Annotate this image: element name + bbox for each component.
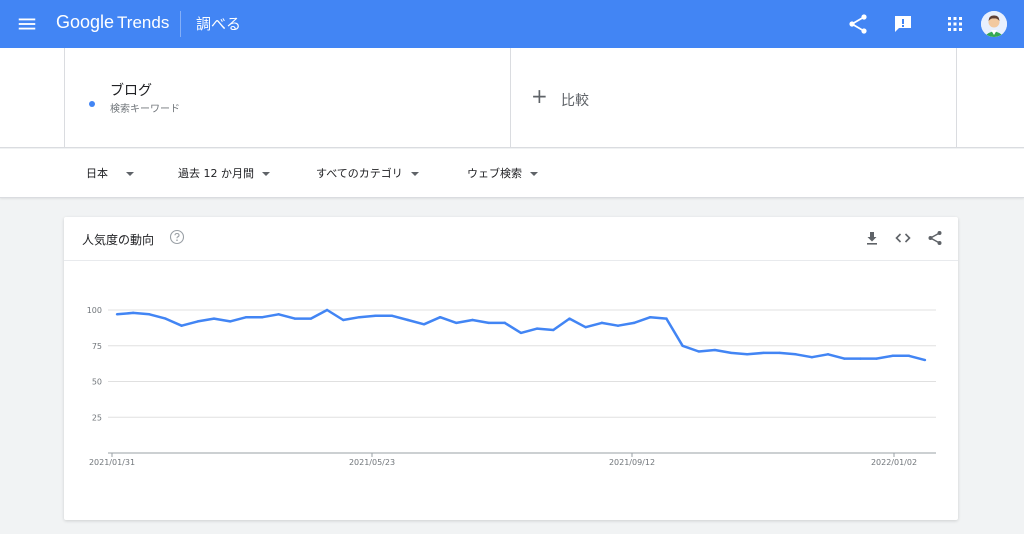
time-range-dropdown[interactable]: 過去 12 か月間 <box>178 165 270 181</box>
search-terms-bar: ブログ 検索キーワード + 比較 <box>0 48 1024 148</box>
search-term-card[interactable]: ブログ 検索キーワード <box>64 48 511 148</box>
data-point <box>390 314 393 317</box>
data-point <box>503 321 507 325</box>
feedback-icon[interactable] <box>891 12 915 36</box>
data-point <box>293 317 296 320</box>
x-tick-label: 2021/05/23 <box>349 458 395 467</box>
term-color-dot <box>89 101 95 107</box>
data-point <box>277 313 280 316</box>
data-point <box>245 315 248 319</box>
data-point <box>196 320 199 323</box>
category-label: すべてのカテゴリ <box>316 167 403 180</box>
data-point <box>923 358 927 362</box>
search-type-dropdown[interactable]: ウェブ検索 <box>467 165 538 181</box>
data-point <box>406 318 410 322</box>
search-type-label: ウェブ検索 <box>467 167 522 180</box>
chevron-down-icon <box>410 172 419 176</box>
data-point <box>374 314 377 317</box>
data-point <box>891 354 894 357</box>
topbar-divider <box>180 11 181 37</box>
menu-icon[interactable] <box>16 13 38 35</box>
data-point <box>471 318 474 322</box>
compare-button[interactable]: + 比較 <box>511 48 957 148</box>
data-point <box>649 315 652 319</box>
data-point <box>261 315 264 319</box>
share-icon[interactable] <box>846 12 870 36</box>
line-chart: 25 50 75 100 2021/01/31 2021/05/23 2021/09/12 2… <box>87 306 936 467</box>
data-point <box>794 353 797 356</box>
data-point <box>632 321 636 325</box>
google-trends-logo[interactable]: Google Trends <box>56 12 169 33</box>
data-point <box>212 317 216 320</box>
y-tick-label: 75 <box>92 342 102 351</box>
data-point <box>358 315 361 319</box>
search-term-type: 検索キーワード <box>110 104 180 115</box>
data-point <box>584 325 587 329</box>
data-point <box>826 353 830 356</box>
series-line[interactable] <box>116 308 926 362</box>
data-point <box>535 327 539 330</box>
region-dropdown[interactable]: 日本 <box>86 165 134 181</box>
y-tick-label: 100 <box>87 306 102 315</box>
apps-icon[interactable] <box>943 12 967 36</box>
data-point <box>164 317 167 320</box>
data-point <box>810 355 814 359</box>
data-point <box>729 351 733 355</box>
data-point <box>681 344 684 347</box>
data-point <box>455 321 458 325</box>
region-label: 日本 <box>86 167 108 180</box>
x-tick-label: 2022/01/02 <box>871 458 917 467</box>
data-point <box>519 331 523 335</box>
avatar[interactable] <box>981 11 1007 37</box>
chevron-down-icon <box>262 172 270 176</box>
data-point <box>439 315 442 319</box>
time-range-label: 過去 12 か月間 <box>178 167 254 180</box>
data-point <box>843 357 846 360</box>
y-tick-label: 25 <box>92 413 102 422</box>
chevron-down-icon <box>126 172 134 176</box>
data-point <box>665 317 668 320</box>
data-point <box>568 317 571 320</box>
data-point <box>228 320 232 323</box>
data-point <box>115 313 119 316</box>
plus-icon: + <box>531 84 548 108</box>
data-point <box>422 323 426 326</box>
data-point <box>697 350 700 353</box>
x-tick-label: 2021/09/12 <box>609 458 655 467</box>
data-point <box>713 348 717 352</box>
data-point <box>180 324 183 327</box>
data-point <box>762 351 765 355</box>
data-point <box>600 321 603 325</box>
data-point <box>746 353 749 356</box>
logo-google: Google <box>56 12 115 32</box>
x-tick-label: 2021/01/31 <box>89 458 135 467</box>
data-point <box>309 317 313 320</box>
explore-link[interactable]: 調べる <box>196 13 241 34</box>
data-point <box>131 311 135 315</box>
search-term-name: ブログ <box>110 83 152 99</box>
data-point <box>487 321 490 325</box>
logo-trends: Trends <box>117 13 170 32</box>
data-point <box>552 328 555 332</box>
chevron-down-icon <box>530 172 538 176</box>
interest-over-time-card: 人気度の動向 25 50 75 100 2021/01/31 2021/05/23 2021… <box>64 217 958 520</box>
data-point <box>907 354 911 357</box>
data-point <box>778 351 781 355</box>
data-point <box>342 318 345 322</box>
filter-bar: 日本 過去 12 か月間 すべてのカテゴリ ウェブ検索 <box>0 149 1024 198</box>
top-bar: Google Trends 調べる <box>0 0 1024 48</box>
data-point <box>875 357 878 360</box>
category-dropdown[interactable]: すべてのカテゴリ <box>316 165 419 181</box>
data-point <box>325 308 329 312</box>
compare-label: 比較 <box>561 93 589 109</box>
data-point <box>616 324 620 327</box>
data-point <box>148 313 151 316</box>
y-tick-label: 50 <box>92 378 102 387</box>
data-point <box>859 357 862 360</box>
